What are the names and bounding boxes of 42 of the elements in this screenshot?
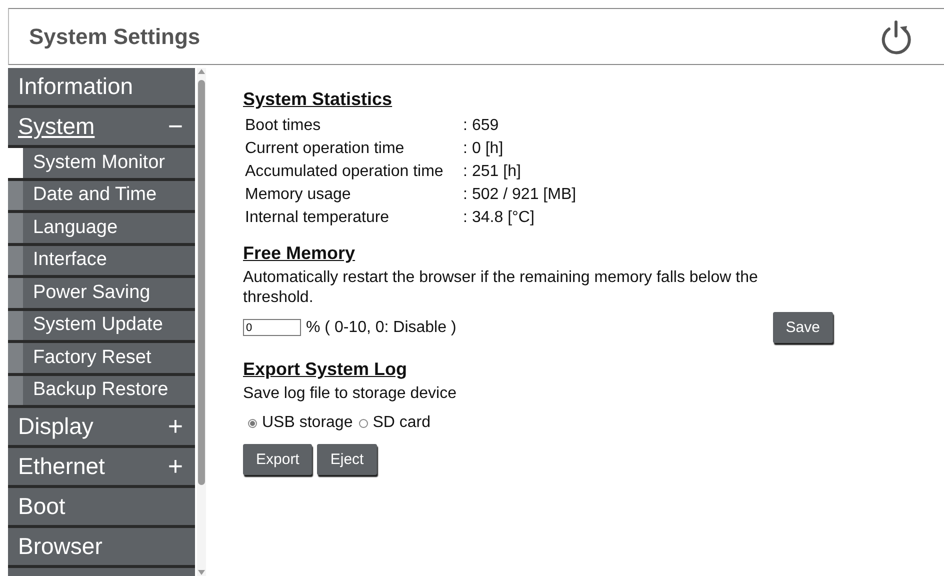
menu-item[interactable]: Boot bbox=[8, 488, 195, 528]
stat-value: 659 bbox=[472, 116, 499, 134]
menu-item[interactable]: Browser bbox=[8, 528, 195, 568]
menu-item[interactable]: Information bbox=[8, 68, 195, 108]
section-heading: System Statistics bbox=[243, 89, 392, 110]
action-button[interactable]: Eject bbox=[317, 444, 377, 475]
scroll-up-icon[interactable] bbox=[198, 69, 205, 74]
window-title: System Settings bbox=[29, 24, 200, 50]
save-button[interactable]: Save bbox=[772, 312, 833, 343]
stat-label: Memory usage bbox=[245, 186, 351, 202]
radio-button[interactable] bbox=[358, 418, 368, 428]
stat-value: 0 [h] bbox=[472, 140, 504, 156]
radio-button[interactable] bbox=[248, 418, 257, 428]
stat-label: Current operation time bbox=[245, 140, 404, 156]
section-heading: Export System Log bbox=[243, 359, 408, 380]
scroll-down-icon[interactable] bbox=[198, 570, 205, 575]
menu-item-label[interactable]: Ethernet bbox=[18, 453, 105, 480]
section-heading: Free Memory bbox=[243, 243, 356, 264]
stat-value: 251 [h] bbox=[472, 162, 521, 180]
menu-item-label[interactable]: System bbox=[18, 113, 95, 140]
expand-toggle[interactable]: + bbox=[168, 451, 183, 482]
separator: : bbox=[463, 162, 468, 180]
radio-label[interactable]: SD card bbox=[372, 414, 431, 432]
separator: : bbox=[463, 116, 468, 134]
stat-value: 34.8 [°C] bbox=[472, 208, 534, 226]
range-hint: % ( 0-10, 0: Disable ) bbox=[306, 318, 456, 336]
expand-toggle[interactable]: + bbox=[168, 411, 183, 442]
action-button[interactable]: Export bbox=[243, 444, 312, 475]
stat-label: Boot times bbox=[245, 116, 321, 134]
stat-label: Internal temperature bbox=[245, 208, 390, 226]
description-text: Save log file to storage device bbox=[243, 384, 458, 404]
separator: : bbox=[463, 208, 468, 226]
separator: : bbox=[463, 140, 468, 156]
expand-toggle[interactable]: − bbox=[168, 111, 183, 142]
threshold-input[interactable]: 0 bbox=[243, 319, 301, 336]
description-text: Automatically restart the browser if the remaining memory falls below the threshold. bbox=[243, 268, 759, 308]
menu-item-label[interactable]: Display bbox=[18, 413, 94, 440]
stat-label: Accumulated operation time bbox=[245, 162, 444, 180]
separator: : bbox=[463, 186, 468, 202]
radio-label[interactable]: USB storage bbox=[262, 414, 353, 432]
scrollbar-thumb[interactable] bbox=[198, 80, 205, 485]
stat-value: 502 / 921 [MB] bbox=[472, 186, 576, 202]
